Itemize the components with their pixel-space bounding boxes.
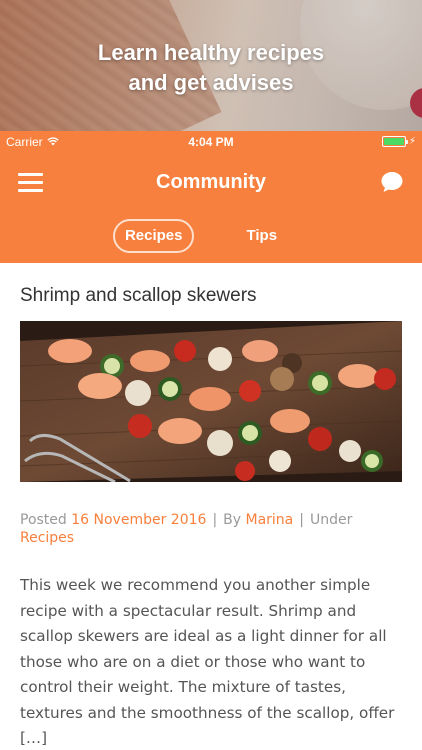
author-link[interactable]: Marina <box>246 512 294 528</box>
article-image[interactable] <box>19 321 403 484</box>
article-title[interactable]: Shrimp and scallop skewers <box>20 285 402 307</box>
menu-icon[interactable] <box>18 173 43 192</box>
status-time: 4:04 PM <box>188 134 234 149</box>
chat-bubble-icon[interactable] <box>380 170 404 194</box>
tab-bar: Recipes Tips <box>0 212 422 263</box>
phone-screen: Carrier 4:04 PM ⚡ Community Recipes Tips… <box>0 131 422 750</box>
carrier-label: Carrier <box>6 134 43 149</box>
article-card: Shrimp and scallop skewers Posted 16 Nov… <box>0 285 422 750</box>
header: Carrier 4:04 PM ⚡ Community Recipes Tips <box>0 131 422 263</box>
article-meta: Posted 16 November 2016 | By Marina | Under … <box>20 512 353 546</box>
wifi-icon <box>46 137 59 146</box>
page-title: Community <box>156 170 266 193</box>
navigation-bar: Community <box>0 152 422 212</box>
category-link[interactable]: Recipes <box>20 530 74 546</box>
under-label: Under <box>309 512 353 528</box>
tab-recipes[interactable]: Recipes <box>112 219 195 253</box>
tab-tips[interactable]: Tips <box>234 219 289 253</box>
by-label: By <box>223 512 242 528</box>
charging-bolt-icon: ⚡ <box>408 136 416 147</box>
promo-banner: Learn healthy recipes and get advises <box>0 0 422 131</box>
promo-headline: Learn healthy recipes and get advises <box>0 38 422 98</box>
posted-label: Posted <box>20 512 67 528</box>
post-date-link[interactable]: 16 November 2016 <box>71 512 206 528</box>
battery-icon <box>381 136 408 147</box>
promo-line-2: and get advises <box>128 70 294 95</box>
promo-line-1: Learn healthy recipes <box>97 40 325 65</box>
article-excerpt: This week we recommend you another simpl… <box>20 576 395 747</box>
status-bar: Carrier 4:04 PM ⚡ <box>0 131 422 152</box>
